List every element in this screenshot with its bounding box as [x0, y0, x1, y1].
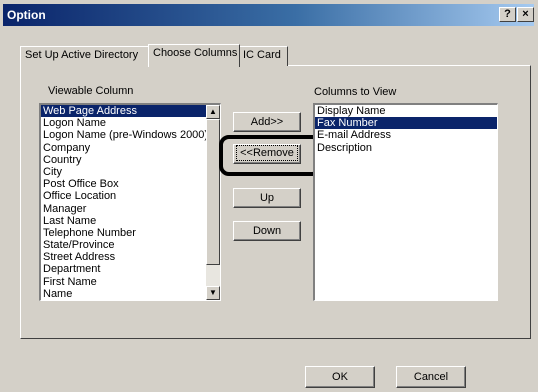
scroll-down-icon[interactable]: ▼: [206, 286, 220, 300]
title-bar: Option ? ×: [3, 4, 534, 26]
viewable-column-label: Viewable Column: [48, 85, 134, 97]
option-dialog: Option ? × Set Up Active Directory IC Ca…: [0, 0, 538, 392]
list-item[interactable]: First Name: [41, 276, 220, 288]
columns-to-view-list[interactable]: Display Name Fax Number E-mail Address D…: [313, 103, 498, 301]
scrollbar-thumb[interactable]: [206, 119, 220, 265]
remove-button[interactable]: <<Remove: [233, 144, 301, 164]
add-button[interactable]: Add>>: [233, 112, 301, 132]
list-item[interactable]: Last Name: [41, 215, 220, 227]
list-item[interactable]: Fax Number: [315, 117, 497, 130]
list-item[interactable]: Description: [315, 142, 497, 154]
close-button[interactable]: ×: [517, 7, 534, 22]
scroll-up-icon[interactable]: ▲: [206, 105, 220, 119]
help-button[interactable]: ?: [499, 7, 516, 22]
tab-choose-columns[interactable]: Choose Columns: [148, 44, 240, 67]
list-item[interactable]: Company: [41, 142, 220, 154]
columns-to-view-label: Columns to View: [314, 86, 397, 98]
list-item[interactable]: Logon Name: [41, 117, 220, 129]
vertical-scrollbar[interactable]: ▲ ▼: [206, 105, 220, 300]
list-item[interactable]: Name: [41, 288, 220, 300]
list-item[interactable]: Manager: [41, 203, 220, 215]
move-up-button[interactable]: Up: [233, 188, 301, 208]
cancel-button[interactable]: Cancel: [396, 366, 466, 388]
list-item[interactable]: Office Location: [41, 190, 220, 202]
list-item[interactable]: Logon Name (pre-Windows 2000): [41, 129, 220, 141]
list-item[interactable]: Web Page Address: [41, 105, 220, 118]
list-item[interactable]: Post Office Box: [41, 178, 220, 190]
list-item[interactable]: Street Address: [41, 251, 220, 263]
remove-button-label: <<Remove: [236, 145, 298, 161]
list-item[interactable]: Telephone Number: [41, 227, 220, 239]
list-item[interactable]: Display Name: [315, 105, 497, 117]
move-down-button[interactable]: Down: [233, 221, 301, 241]
tab-set-up-active-directory[interactable]: Set Up Active Directory: [20, 46, 150, 66]
list-item[interactable]: City: [41, 166, 220, 178]
list-item[interactable]: E-mail Address: [315, 129, 497, 141]
window-title: Option: [7, 8, 46, 22]
list-item[interactable]: Country: [41, 154, 220, 166]
ok-button[interactable]: OK: [305, 366, 375, 388]
list-item[interactable]: State/Province: [41, 239, 220, 251]
tab-ic-card[interactable]: IC Card: [238, 46, 288, 66]
list-item[interactable]: Department: [41, 263, 220, 275]
viewable-column-list[interactable]: Web Page Address Logon Name Logon Name (…: [39, 103, 221, 301]
